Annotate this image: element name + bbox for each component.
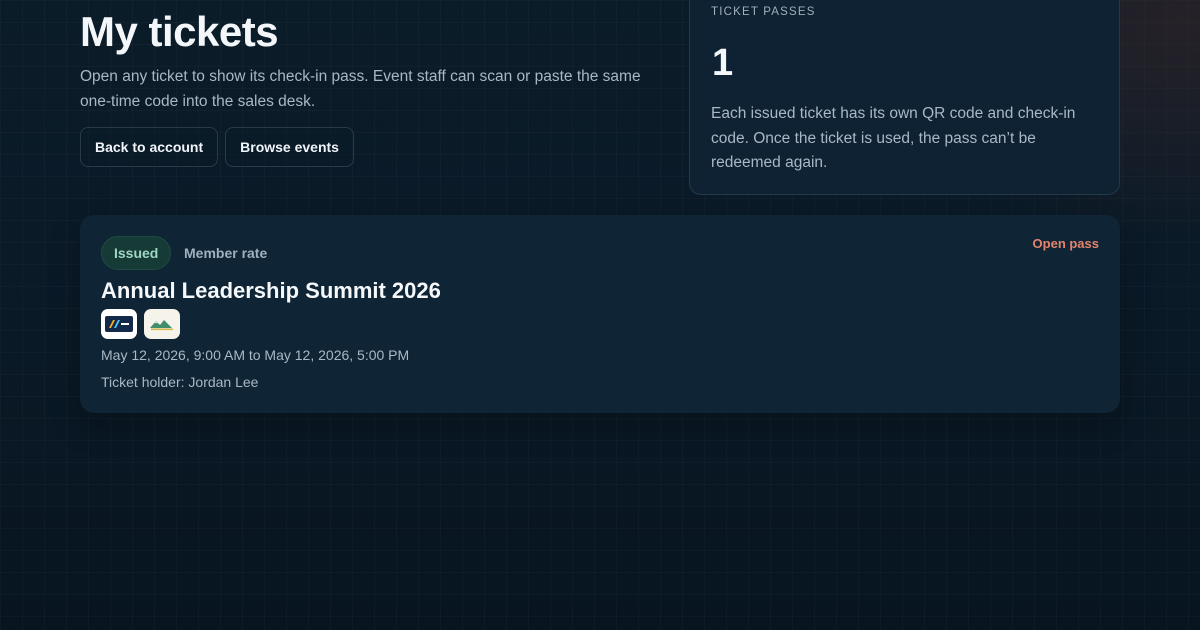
back-to-account-button[interactable]: Back to account [80, 127, 219, 167]
header-actions: Back to account Browse events [80, 127, 354, 167]
mountain-logo-icon [144, 309, 180, 339]
stripes-logo-icon [101, 309, 137, 339]
sponsor-logos [101, 309, 180, 339]
ticket-passes-description: Each issued ticket has its own QR code a… [711, 105, 1076, 171]
browse-events-button[interactable]: Browse events [225, 127, 354, 167]
open-pass-link[interactable]: Open pass [1033, 236, 1099, 251]
ticket-passes-label: TICKET PASSES [711, 6, 816, 18]
rate-label: Member rate [184, 245, 268, 261]
event-title: Annual Leadership Summit 2026 [101, 278, 441, 303]
page-title: My tickets [80, 8, 279, 55]
ticket-passes-card: TICKET PASSES 1 Each issued ticket has i… [689, 0, 1120, 195]
ticket-holder: Ticket holder: Jordan Lee [101, 374, 259, 390]
ticket-passes-count: 1 [712, 42, 734, 84]
status-badge: Issued [101, 236, 172, 270]
page-intro: Open any ticket to show its check-in pas… [80, 68, 641, 110]
event-dates: May 12, 2026, 9:00 AM to May 12, 2026, 5… [101, 347, 410, 363]
ticket-card[interactable]: Issued Member rate Open pass Annual Lead… [80, 215, 1120, 413]
